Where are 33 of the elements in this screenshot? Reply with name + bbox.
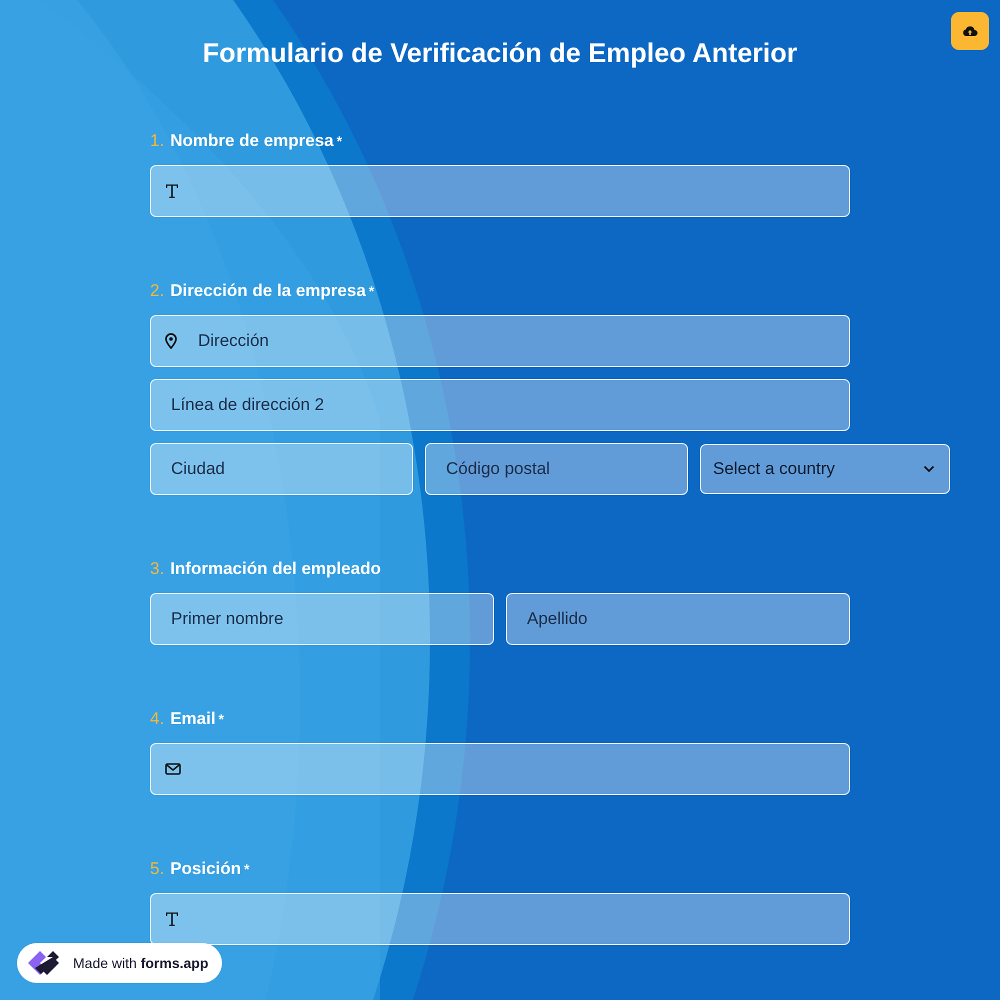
country-select[interactable]: Select a country (700, 444, 950, 494)
question-label: Posición (170, 859, 242, 879)
input-field[interactable] (150, 743, 850, 795)
input-field[interactable]: Apellido (506, 593, 850, 645)
question-label: Dirección de la empresa (170, 281, 366, 301)
badge-text: Made with forms.app (73, 955, 208, 971)
text-icon (165, 184, 179, 198)
form-title: Formulario de Verificación de Empleo Anterior (202, 38, 798, 69)
question-number: 5. (150, 859, 164, 879)
question-number: 2. (150, 281, 164, 301)
required-mark: * (218, 711, 224, 727)
required-mark: * (336, 133, 342, 149)
cloud-upload-icon (962, 25, 978, 37)
made-with-badge[interactable]: Made with forms.app (17, 943, 222, 983)
input-field[interactable]: Dirección (150, 315, 850, 367)
upload-button[interactable] (951, 12, 989, 50)
required-mark: * (368, 283, 374, 299)
input-field[interactable]: Ciudad (150, 443, 413, 495)
question-label: Información del empleado (170, 559, 381, 579)
chevron-down-icon (923, 465, 935, 473)
text-icon (165, 912, 179, 926)
question-label: Email (170, 709, 216, 729)
question-label: Nombre de empresa (170, 131, 334, 151)
input-field[interactable]: Primer nombre (150, 593, 494, 645)
input-field[interactable] (150, 165, 850, 217)
question-number: 3. (150, 559, 164, 579)
question-number: 4. (150, 709, 164, 729)
envelope-icon (165, 763, 181, 775)
location-pin-icon (165, 333, 177, 349)
question-number: 1. (150, 131, 164, 151)
required-mark: * (244, 861, 250, 877)
input-field[interactable]: Línea de dirección 2 (150, 379, 850, 431)
input-field[interactable]: Código postal (425, 443, 688, 495)
